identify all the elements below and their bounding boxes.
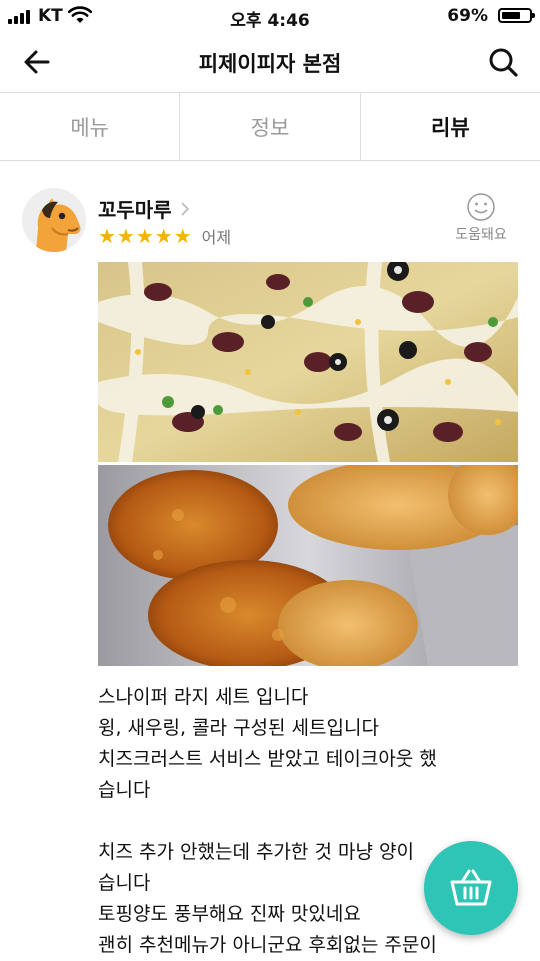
status-bar: KT 오후 4:46 69% [0,0,540,32]
star-rating: ★★★★★ [98,224,193,248]
helpful-label: 도움돼요 [455,227,507,243]
pizza-image [98,262,518,462]
basket-icon [450,869,492,906]
tab-review[interactable]: 리뷰 [359,93,540,160]
review-line: 괜히 추천메뉴가 아니군요 후회없는 주문이 [98,934,437,956]
rating-row: ★★★★★ 어제 [98,224,231,248]
review-line-blank [98,806,508,837]
smiley-icon [467,193,495,221]
tab-info[interactable]: 정보 [179,93,359,160]
cart-button[interactable] [424,841,518,935]
tab-bar: 메뉴 정보 리뷰 [0,92,540,161]
reviewer-name: 꼬두마루 [98,198,172,222]
chicken-wings-image [98,465,518,666]
helpful-button[interactable]: 도움돼요 [446,192,516,244]
app-header: 피제이피자 본점 [0,32,540,92]
reviewer-name-link[interactable]: 꼬두마루 [98,194,190,223]
review-line: 치즈크러스트 서비스 받았고 테이크아웃 했 [98,748,437,770]
battery-icon [498,8,535,23]
review-line: 윙, 새우링, 콜라 구성된 세트입니다 [98,717,379,739]
horse-avatar-icon [22,188,86,252]
review-photo-pizza[interactable] [98,262,518,462]
chevron-right-icon [181,201,189,216]
review-date: 어제 [201,228,232,247]
tab-menu[interactable]: 메뉴 [0,93,179,160]
avatar[interactable] [22,188,86,252]
page-title: 피제이피자 본점 [198,52,342,76]
review-photo-wings[interactable] [98,465,518,666]
search-icon[interactable] [484,44,524,80]
battery-percent: 69% [447,6,488,26]
review-line: 습니다 [98,779,151,801]
review-line: 스나이퍼 라지 세트 입니다 [98,686,309,708]
